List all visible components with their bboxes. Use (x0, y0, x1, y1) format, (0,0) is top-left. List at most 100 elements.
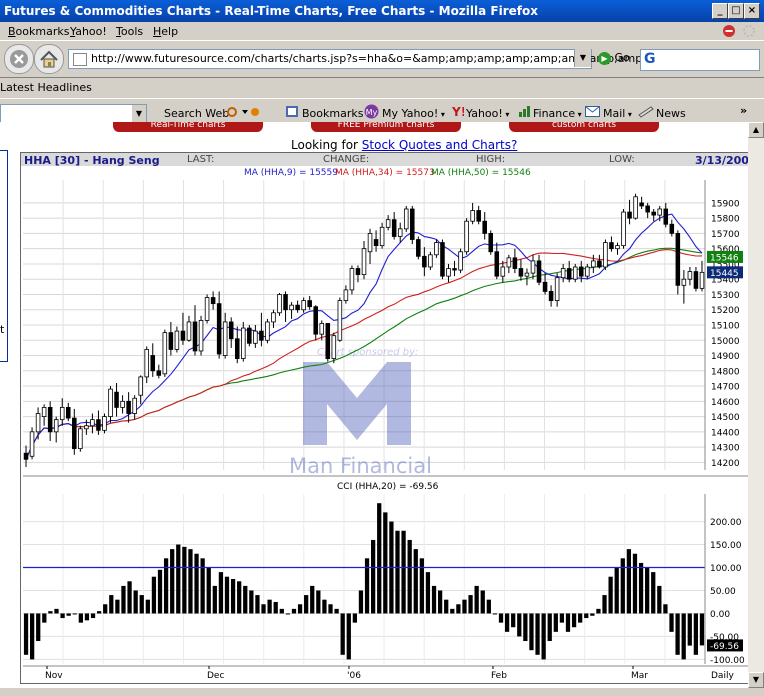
cci-bar (255, 595, 260, 614)
cci-bar (121, 585, 126, 614)
mail-icon (585, 106, 600, 117)
search-box[interactable]: G (640, 49, 760, 71)
news-button[interactable]: News (656, 107, 686, 120)
go-button[interactable]: ▶ Go (598, 51, 630, 65)
search-web-button[interactable]: Search Web (164, 107, 229, 120)
cci-bar (620, 558, 625, 614)
cci-bar (279, 608, 284, 614)
scroll-down-arrow-icon[interactable]: ▼ (748, 672, 764, 688)
my-yahoo-button[interactable]: My Yahoo! ▾ (382, 107, 445, 120)
candle-body (548, 291, 554, 301)
candlestick (247, 325, 252, 347)
toolbar-overflow-chevron-icon[interactable]: » (740, 104, 747, 117)
finance-button[interactable]: Finance ▾ (533, 107, 582, 120)
tab-real-time-charts[interactable]: Real-Time charts (113, 122, 263, 132)
candle-body (554, 277, 560, 301)
candle-body (434, 242, 439, 256)
menu-help[interactable]: Help (153, 25, 178, 38)
cci-chart[interactable]: CCI (HHA,20) = -69.56 -100.00-50.000.005… (21, 478, 748, 683)
highlighter-icon[interactable] (226, 106, 262, 118)
candle-body (403, 208, 409, 230)
price-tick-label: 15100 (711, 322, 740, 332)
chevron-down-icon[interactable]: ▼ (132, 105, 146, 122)
address-dropdown-button[interactable]: ▼ (574, 49, 591, 67)
mail-button[interactable]: Mail ▾ (603, 107, 632, 120)
cci-bar (139, 595, 144, 614)
candle-body (494, 251, 500, 277)
cci-bar (297, 604, 303, 614)
yahoo-button[interactable]: Yahoo! ▾ (466, 107, 509, 120)
candlestick (29, 427, 35, 460)
candle-body (566, 268, 572, 280)
address-bar[interactable]: http://www.futuresource.com/charts/chart… (68, 49, 662, 69)
candlestick (645, 202, 650, 219)
chevron-down-icon[interactable]: ▾ (438, 110, 445, 119)
candle-body (639, 202, 644, 207)
cci-bar (84, 613, 90, 621)
menu-yahoo[interactable]: Yahoo! (70, 25, 107, 38)
candlestick (669, 219, 675, 237)
tab-free-premium-charts[interactable]: FREE Premium charts (311, 122, 461, 132)
cci-bar (267, 599, 272, 614)
menu-bar: Bookmarks Yahoo! Tools Help (0, 22, 764, 40)
stock-quotes-link[interactable]: Stock Quotes and Charts? (362, 138, 518, 152)
candlestick (72, 408, 77, 455)
cci-bar (66, 613, 71, 616)
candlestick (416, 236, 421, 260)
high-label: HIGH: (476, 154, 506, 165)
candle-body (259, 330, 264, 341)
cci-bar (517, 613, 522, 637)
price-chart[interactable]: MA (HHA,9) = 15559 MA (HHA,34) = 15573 M… (21, 166, 748, 478)
candlestick (428, 251, 433, 271)
x-tick-label: '06 (347, 671, 361, 681)
cci-bar (657, 585, 662, 614)
candle-body (609, 242, 614, 250)
chevron-down-icon[interactable]: ▾ (575, 110, 582, 119)
stop-loading-icon[interactable] (722, 24, 736, 38)
candlestick (422, 247, 427, 277)
yahoo-bookmarks-button[interactable]: Bookmarks ▾ (302, 107, 370, 120)
horizontal-scrollbar[interactable] (0, 688, 764, 696)
candlestick (536, 254, 542, 286)
cci-bar (78, 613, 83, 623)
vertical-scrollbar[interactable]: ▲ ▼ (748, 122, 764, 688)
candlestick (470, 202, 475, 225)
yahoo-toolbar: ▼ Search Web Bookmarks ▾ My My Yahoo! ▾ … (0, 98, 764, 123)
candle-body (162, 332, 168, 375)
cci-bar (413, 549, 418, 614)
cci-bar (194, 553, 199, 614)
minimize-button[interactable]: _ (712, 3, 728, 19)
candle-body (699, 271, 705, 289)
menu-tools[interactable]: Tools (116, 25, 143, 38)
close-window-button[interactable]: × (744, 3, 760, 19)
stock-quotes-prompt: Looking for Stock Quotes and Charts? (291, 138, 517, 152)
cci-bar (693, 613, 698, 655)
scroll-up-arrow-icon[interactable]: ▲ (748, 122, 764, 138)
cci-bar (352, 613, 357, 623)
maximize-button[interactable]: □ (728, 3, 744, 19)
candle-body (657, 208, 663, 216)
tab-custom-charts[interactable]: custom charts (509, 122, 659, 132)
candlestick (542, 273, 548, 295)
candlestick (313, 305, 318, 341)
cci-bar (316, 590, 321, 614)
chevron-down-icon[interactable]: ▾ (625, 110, 632, 119)
cci-bar (632, 553, 638, 614)
stop-button[interactable] (4, 44, 34, 74)
menu-bookmarks[interactable]: Bookmarks (8, 25, 69, 38)
cci-bar (249, 590, 254, 614)
candlestick (687, 267, 693, 286)
candle-body (295, 304, 300, 311)
candle-body (572, 266, 578, 280)
candle-body (675, 233, 681, 286)
home-button[interactable] (34, 44, 64, 74)
cci-bar (498, 613, 504, 623)
yahoo-search-input[interactable]: ▼ (0, 104, 147, 123)
candlestick (259, 312, 264, 347)
cci-bar (322, 599, 327, 614)
chevron-down-icon[interactable]: ▾ (503, 110, 509, 119)
candle-body (349, 268, 355, 291)
latest-headlines-link[interactable]: Latest Headlines (0, 81, 92, 94)
cci-bar (54, 608, 59, 614)
cci-bar (237, 581, 242, 614)
